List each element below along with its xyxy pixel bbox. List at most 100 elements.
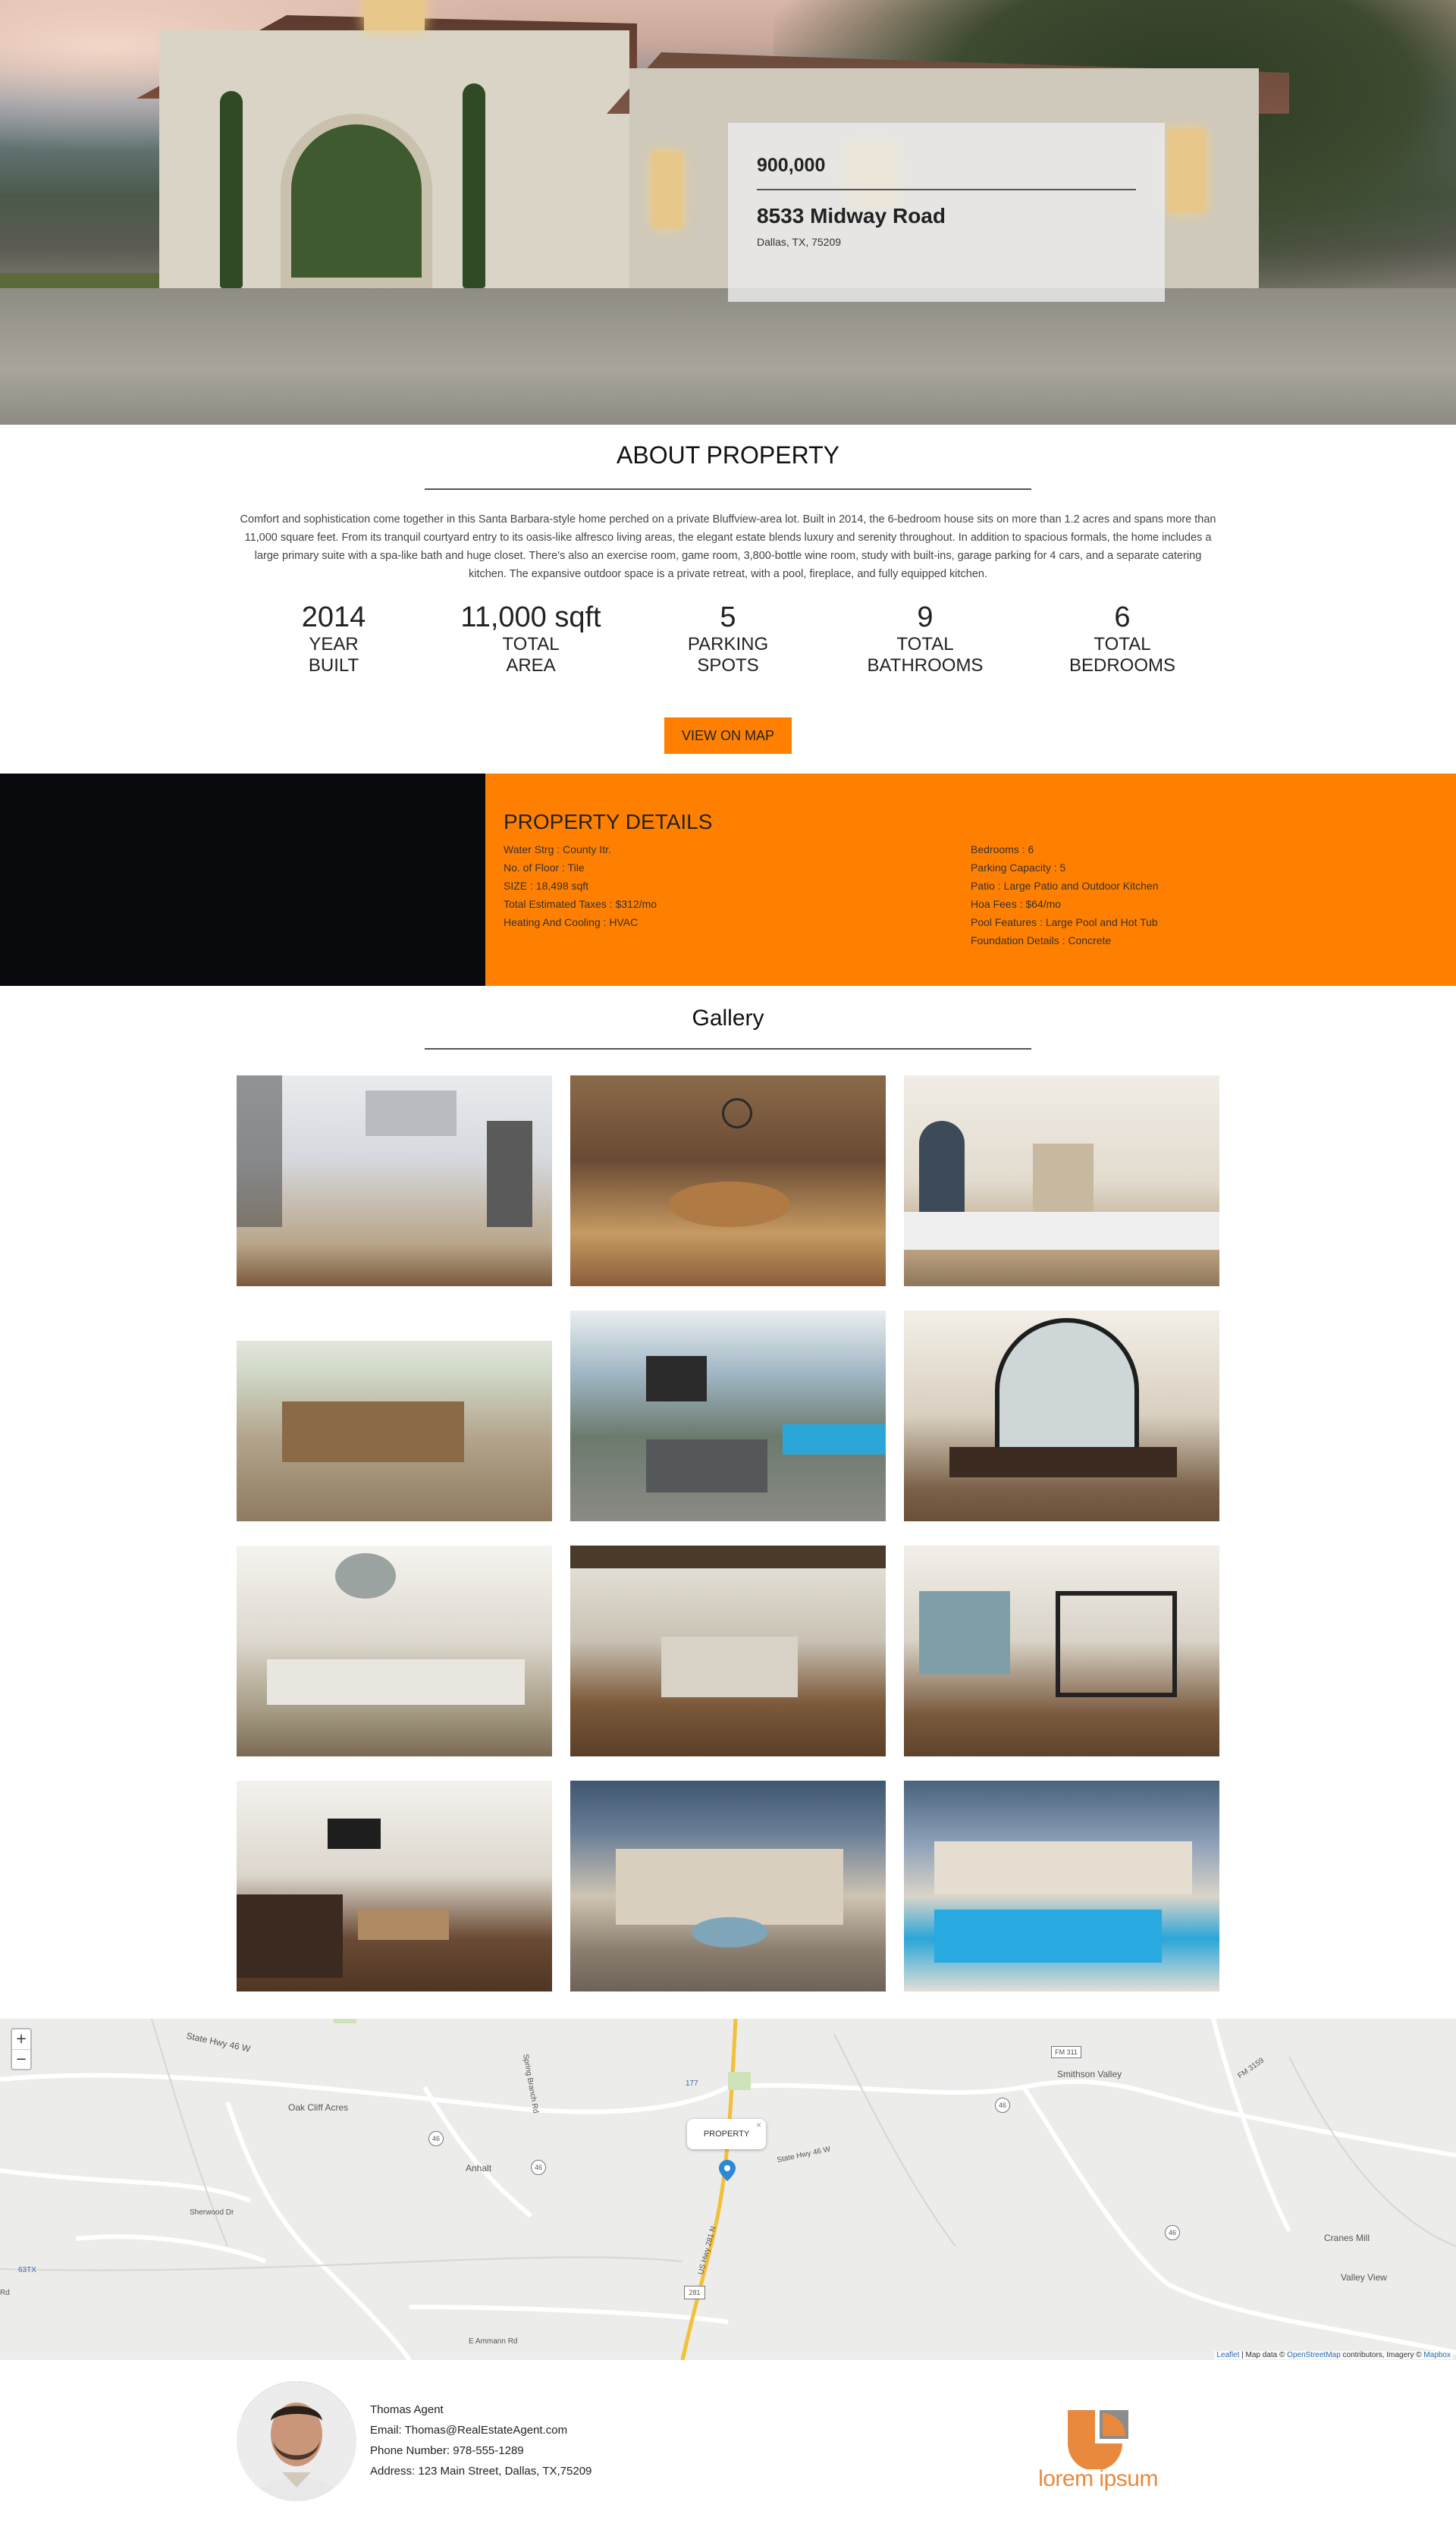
agent-name: Thomas Agent [370,2403,444,2416]
map-pin-icon[interactable] [719,2160,736,2181]
cypress-tree [463,83,485,288]
lit-window [364,0,425,30]
route-badge: 46 [531,2160,546,2175]
property-city: Dallas, TX, 75209 [757,236,842,248]
stat-value: 11,000 sqft [460,601,601,633]
map-attribution: Leaflet | Map data © OpenStreetMap contr… [1214,2351,1453,2359]
detail-item: Patio : Large Patio and Outdoor Kitchen [971,880,1159,892]
map[interactable]: + − State Hwy 46 W Oak Cliff Acres Anhal… [0,2019,1456,2360]
map-label: Rd [0,2289,10,2297]
detail-item: No. of Floor : Tile [504,862,585,874]
map-label: Sherwood Dr [190,2208,234,2217]
detail-item: Heating And Cooling : HVAC [504,916,639,928]
gallery-grid [237,1075,1219,1991]
gallery-image-dining-room-2[interactable] [237,1546,552,1756]
gallery-image-family-room[interactable] [237,1781,552,1991]
stat-value: 5 [720,601,736,633]
map-label: 63TX [18,2266,36,2274]
leaflet-link[interactable]: Leaflet [1216,2351,1239,2359]
route-badge: 46 [428,2131,444,2146]
gallery-image-outdoor-kitchen[interactable] [237,1310,552,1521]
about-title: ABOUT PROPERTY [617,441,839,469]
map-label: Smithson Valley [1057,2069,1122,2079]
stat-value: 2014 [301,601,366,633]
gallery-image-living-room[interactable] [904,1075,1219,1286]
map-label: Cranes Mill [1324,2233,1370,2243]
stat-bathrooms: 9 TOTAL BATHROOMS [827,601,1024,684]
detail-item: SIZE : 18,498 sqft [504,880,589,892]
attribution-text: | Map data © [1239,2351,1288,2359]
route-badge: 281 [684,2286,705,2299]
title-rule [425,1048,1031,1050]
stat-label: SPOTS [697,655,759,676]
driveway [0,288,1456,425]
stat-label: YEAR [309,634,359,654]
view-on-map-button[interactable]: VIEW ON MAP [664,717,792,754]
stat-parking: 5 PARKING SPOTS [629,601,827,684]
stat-label: TOTAL [896,634,954,654]
stat-year-built: 2014 YEAR BUILT [235,601,432,684]
details-right-column: Bedrooms : 6 Parking Capacity : 5 Patio … [971,840,1438,949]
logo-text: lorem ipsum [1038,2466,1158,2491]
agent-info: Thomas Agent Email: Thomas@RealEstateAge… [370,2399,592,2481]
map-roads [0,2019,1456,2360]
route-badge: FM 311 [1051,2046,1081,2058]
route-badge: 46 [1165,2225,1180,2240]
gallery-image-kitchen-island[interactable] [570,1546,886,1756]
stat-bedrooms: 6 TOTAL BEDROOMS [1024,601,1221,684]
price: 900,000 [757,155,826,176]
gallery-image-kitchen[interactable] [237,1075,552,1286]
stat-total-area: 11,000 sqft TOTAL AREA [432,601,629,684]
gallery-title: Gallery [692,1006,764,1031]
stat-label: BATHROOMS [867,655,984,676]
map-popup[interactable]: PROPERTY × [687,2119,766,2149]
divider [757,189,1136,190]
gallery-image-patio[interactable] [570,1310,886,1521]
archway [281,114,432,288]
agent-address: Address: 123 Main Street, Dallas, TX,752… [370,2465,592,2478]
mapbox-link[interactable]: Mapbox [1423,2351,1451,2359]
cypress-tree [220,91,243,288]
detail-item: Bedrooms : 6 [971,843,1034,855]
osm-link[interactable]: OpenStreetMap [1287,2351,1341,2359]
company-logo: lorem ipsum [1037,2404,1159,2495]
gallery-image-wine-room[interactable] [570,1075,886,1286]
hero-image: 900,000 8533 Midway Road Dallas, TX, 752… [0,0,1456,425]
about-description: Comfort and sophistication come together… [240,513,1216,580]
stat-label: AREA [506,655,556,676]
price-card: 900,000 8533 Midway Road Dallas, TX, 752… [728,123,1165,302]
details-left-column: Water Strg : County Itr. No. of Floor : … [504,840,971,949]
gallery-image-pool[interactable] [904,1781,1219,1991]
agent-avatar [237,2381,356,2501]
stat-label: BEDROOMS [1068,655,1175,676]
stat-label: BUILT [308,655,359,676]
zoom-out-button[interactable]: − [12,2049,30,2069]
map-label: Anhalt [466,2163,492,2173]
gallery-image-dining-room[interactable] [904,1310,1219,1521]
stat-value: 9 [917,601,934,633]
popup-label: PROPERTY [703,2130,750,2139]
zoom-in-button[interactable]: + [12,2029,30,2049]
lit-window [1168,129,1206,212]
detail-item: Foundation Details : Concrete [971,934,1112,946]
detail-item: Hoa Fees : $64/mo [971,898,1062,910]
map-label: Valley View [1341,2272,1387,2283]
route-badge: 46 [995,2098,1010,2113]
title-rule [425,488,1031,490]
detail-item: Water Strg : County Itr. [504,843,611,855]
stat-value: 6 [1114,601,1131,633]
close-icon[interactable]: × [756,2110,761,2140]
details-dark-panel [0,774,485,986]
map-label: Oak Cliff Acres [288,2102,349,2113]
detail-item: Pool Features : Large Pool and Hot Tub [971,916,1158,928]
gallery-image-bedroom[interactable] [904,1546,1219,1756]
map-zoom-control: + − [11,2028,32,2070]
logo-mark [1068,2410,1128,2471]
gallery-image-courtyard[interactable] [570,1781,886,1991]
lit-window [652,152,682,228]
agent-phone[interactable]: Phone Number: 978-555-1289 [370,2440,592,2461]
map-label: E Ammann Rd [469,2337,518,2346]
stats-row: 2014 YEAR BUILT 11,000 sqft TOTAL AREA 5… [235,601,1221,684]
agent-email[interactable]: Email: Thomas@RealEstateAgent.com [370,2420,592,2440]
details-title: PROPERTY DETAILS [504,810,713,833]
